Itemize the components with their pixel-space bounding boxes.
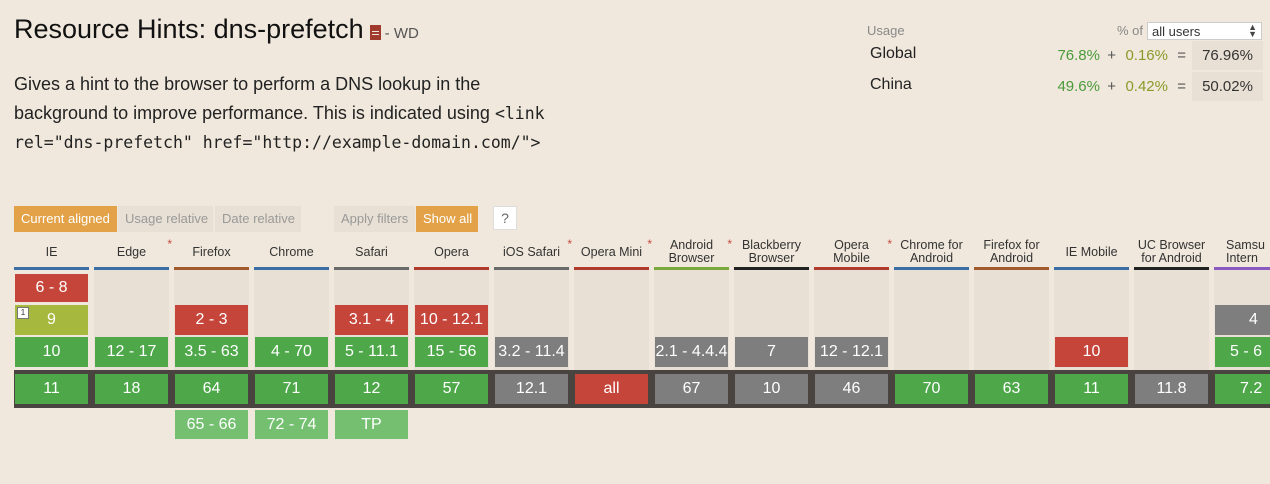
usage-row-name: China [870, 76, 912, 93]
select-arrows-icon: ▲ ▼ [1248, 22, 1257, 39]
version-cell-unsupported[interactable]: 2 - 3 [175, 305, 248, 335]
browser-header-firefox-android: Firefox for Android [983, 238, 1040, 265]
future-version-cell[interactable]: TP [335, 410, 408, 439]
current-version-cell[interactable]: 67 [655, 374, 728, 404]
usage-total: 76.96% [1192, 41, 1263, 70]
version-cell-unknown[interactable]: 7 [735, 337, 808, 367]
tab-date-relative[interactable]: Date relative [215, 206, 301, 232]
tab-usage-relative[interactable]: Usage relative [118, 206, 213, 232]
version-cell-unknown[interactable]: 2.1 - 4.4.4 [655, 337, 728, 367]
usage-label: Usage [867, 23, 905, 38]
column-background [574, 270, 649, 370]
tab-current-aligned[interactable]: Current aligned [14, 206, 117, 232]
current-version-cell[interactable]: 71 [255, 374, 328, 404]
note-star-icon: * [727, 237, 732, 251]
current-version-cell[interactable]: 12.1 [495, 374, 568, 404]
version-cell-unsupported[interactable]: 10 [1055, 337, 1128, 367]
current-version-cell[interactable]: 63 [975, 374, 1048, 404]
current-version-cell[interactable]: 11 [1055, 374, 1128, 404]
browser-header-safari: Safari [355, 244, 388, 259]
future-version-cell[interactable]: 65 - 66 [175, 410, 248, 439]
usage-supported: 49.6% [1057, 78, 1100, 95]
version-cell-supported[interactable]: 5 - 6 [1215, 337, 1270, 367]
version-cell-unknown[interactable]: 12 - 12.1 [815, 337, 888, 367]
browser-header-edge: Edge * [116, 237, 172, 259]
usage-row-name: Global [870, 45, 917, 62]
current-version-cell[interactable]: 10 [735, 374, 808, 404]
usage-total: 50.02% [1192, 72, 1263, 101]
column-background [1134, 270, 1209, 370]
current-version-cell[interactable]: 11 [15, 374, 88, 404]
browser-header-ie-mobile: IE Mobile [1065, 244, 1118, 259]
note-star-icon: * [167, 237, 172, 251]
usage-partial: 0.16% [1125, 47, 1168, 64]
version-cell-supported[interactable]: 15 - 56 [415, 337, 488, 367]
version-cell-supported[interactable]: 12 - 17 [95, 337, 168, 367]
pct-of-label: % of [1117, 23, 1144, 38]
description-text: Gives a hint to the browser to perform a… [14, 74, 490, 123]
page-title: Resource Hints: dns-prefetch - WD [14, 14, 419, 45]
user-scope-value: all users [1152, 24, 1201, 39]
current-version-cell[interactable]: 7.2 [1215, 374, 1270, 404]
current-version-cell[interactable]: 11.8 [1135, 374, 1208, 404]
browser-header-opera: Opera [434, 244, 469, 259]
current-version-cell[interactable]: all [575, 374, 648, 404]
current-version-cell[interactable]: 70 [895, 374, 968, 404]
user-scope-select[interactable]: all users ▲ ▼ [1147, 22, 1262, 40]
browser-header-android: Android Browser * [668, 237, 732, 265]
usage-equals: = [1177, 78, 1186, 95]
browser-header-samsung: Samsu Intern [1226, 238, 1265, 265]
browser-header-uc-browser: UC Browser for Android [1137, 238, 1206, 265]
spec-document-icon[interactable] [369, 25, 381, 40]
version-cell-unsupported[interactable]: 10 - 12.1 [415, 305, 488, 335]
current-version-cell[interactable]: 12 [335, 374, 408, 404]
column-background [974, 270, 1049, 370]
version-cell-supported[interactable]: 5 - 11.1 [335, 337, 408, 367]
feature-title: Resource Hints: dns-prefetch [14, 14, 364, 44]
usage-equals: = [1177, 47, 1186, 64]
usage-plus: + [1107, 47, 1116, 64]
future-version-cell[interactable]: 72 - 74 [255, 410, 328, 439]
browser-color-bar [14, 267, 89, 270]
current-version-cell[interactable]: 46 [815, 374, 888, 404]
current-version-cell[interactable]: 57 [415, 374, 488, 404]
version-cell-supported[interactable]: 10 [15, 337, 88, 367]
version-cell-unknown[interactable]: 3.2 - 11.4 [495, 337, 568, 367]
feature-description: Gives a hint to the browser to perform a… [14, 70, 574, 158]
version-cell-supported[interactable]: 4 - 70 [255, 337, 328, 367]
note-star-icon: * [647, 237, 652, 251]
browser-header-ie: IE [45, 244, 58, 259]
version-cell-supported[interactable]: 3.5 - 63 [175, 337, 248, 367]
show-all-button[interactable]: Show all [416, 206, 478, 232]
browser-header-opera-mobile: Opera Mobile * [833, 237, 892, 265]
note-star-icon: * [887, 237, 892, 251]
browser-header-ios-safari: iOS Safari * [503, 237, 572, 259]
browser-header-chrome: Chrome [269, 244, 314, 259]
version-cell-unsupported[interactable]: 3.1 - 4 [335, 305, 408, 335]
browser-header-blackberry: Blackberry Browser [741, 238, 802, 265]
usage-partial: 0.42% [1125, 78, 1168, 95]
version-cell-unsupported[interactable]: 6 - 8 [15, 274, 88, 302]
browser-header-opera-mini: Opera Mini * [580, 237, 652, 259]
current-version-cell[interactable]: 18 [95, 374, 168, 404]
apply-filters-button[interactable]: Apply filters [334, 206, 415, 232]
browser-header-firefox: Firefox [192, 244, 231, 259]
current-version-cell[interactable]: 64 [175, 374, 248, 404]
note-number-badge: 1 [17, 307, 29, 319]
column-background [894, 270, 969, 370]
spec-status: - WD [384, 25, 419, 42]
version-cell-unknown[interactable]: 4 [1215, 305, 1270, 335]
help-button[interactable]: ? [493, 206, 517, 230]
usage-supported: 76.8% [1057, 47, 1100, 64]
usage-plus: + [1107, 78, 1116, 95]
browser-header-chrome-android: Chrome for Android [900, 238, 963, 265]
note-star-icon: * [567, 237, 572, 251]
